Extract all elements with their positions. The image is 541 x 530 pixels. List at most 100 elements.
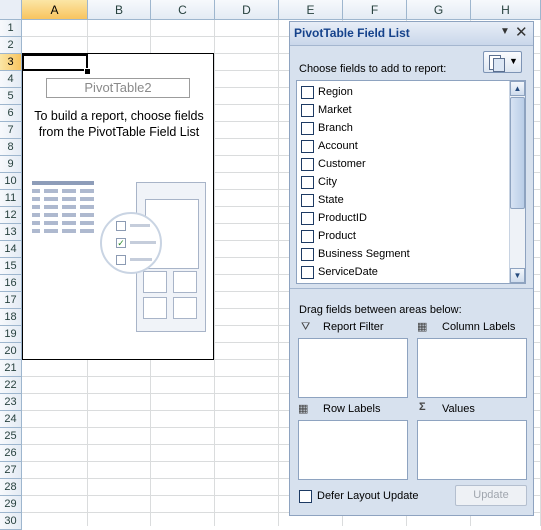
filter-icon: ⛛: [301, 321, 311, 333]
column-header-c[interactable]: C: [151, 0, 215, 20]
row-header-3[interactable]: 3: [0, 54, 22, 71]
row-header-23[interactable]: 23: [0, 394, 22, 411]
row-header-12[interactable]: 12: [0, 207, 22, 224]
field-checkbox[interactable]: [301, 230, 314, 243]
field-list-scrollbar[interactable]: ▲ ▼: [509, 81, 525, 283]
row-header-1[interactable]: 1: [0, 20, 22, 37]
gridline: [278, 20, 279, 526]
column-header-e[interactable]: E: [279, 0, 343, 20]
pivottable-instructions: To build a report, choose fields from th…: [24, 108, 214, 140]
row-header-11[interactable]: 11: [0, 190, 22, 207]
column-header-d[interactable]: D: [215, 0, 279, 20]
defer-layout-label: Defer Layout Update: [317, 490, 419, 502]
drag-fields-label: Drag fields between areas below:: [299, 304, 462, 316]
row-header-5[interactable]: 5: [0, 88, 22, 105]
defer-layout-checkbox[interactable]: [299, 490, 312, 503]
select-all-corner[interactable]: [0, 0, 22, 20]
field-label: Business Segment: [318, 248, 410, 260]
row-header-22[interactable]: 22: [0, 377, 22, 394]
field-list-layout-button[interactable]: ▼: [483, 51, 522, 73]
row-labels-label: Row Labels: [323, 403, 381, 415]
row-header-9[interactable]: 9: [0, 156, 22, 173]
pivottable-name: PivotTable2: [46, 78, 190, 98]
row-header-30[interactable]: 30: [0, 513, 22, 530]
field-list-box[interactable]: Region Market Branch Account Customer Ci…: [296, 80, 526, 284]
row-header-2[interactable]: 2: [0, 37, 22, 54]
panel-options-dropdown-icon[interactable]: ▼: [500, 26, 510, 37]
field-checkbox[interactable]: [301, 266, 314, 279]
column-header-f[interactable]: F: [343, 0, 407, 20]
instruction-line-2: from the PivotTable Field List: [38, 125, 200, 139]
row-header-26[interactable]: 26: [0, 445, 22, 462]
scroll-down-icon[interactable]: ▼: [510, 268, 525, 283]
row-header-13[interactable]: 13: [0, 224, 22, 241]
column-labels-drop-area[interactable]: [417, 338, 527, 398]
sigma-values-icon: Σ: [419, 401, 426, 413]
row-header-21[interactable]: 21: [0, 360, 22, 377]
row-labels-drop-area[interactable]: [298, 420, 408, 480]
row-header-17[interactable]: 17: [0, 292, 22, 309]
scroll-up-icon[interactable]: ▲: [510, 81, 525, 96]
layout-icon-back: [493, 58, 505, 72]
scroll-thumb[interactable]: [510, 97, 525, 209]
update-button[interactable]: Update: [455, 485, 527, 506]
field-checkbox[interactable]: [301, 122, 314, 135]
field-label: Customer: [318, 158, 366, 170]
fill-handle[interactable]: [84, 68, 91, 75]
field-checkbox[interactable]: [301, 104, 314, 117]
chevron-down-icon: ▼: [509, 56, 518, 66]
column-labels-label: Column Labels: [442, 321, 516, 333]
column-header-h[interactable]: H: [471, 0, 541, 20]
active-cell-a3[interactable]: [22, 54, 88, 71]
field-label: Product: [318, 230, 356, 242]
field-checkbox[interactable]: [301, 158, 314, 171]
magnifier-checklist-icon: ✓: [100, 212, 162, 274]
panel-title: PivotTable Field List: [294, 26, 410, 40]
choose-fields-label: Choose fields to add to report:: [299, 63, 447, 75]
panel-splitter[interactable]: [290, 288, 533, 294]
row-header-24[interactable]: 24: [0, 411, 22, 428]
row-header-6[interactable]: 6: [0, 105, 22, 122]
field-checkbox[interactable]: [301, 176, 314, 189]
field-checkbox[interactable]: [301, 86, 314, 99]
field-checkbox[interactable]: [301, 248, 314, 261]
field-label: ProductID: [318, 212, 367, 224]
column-header-a[interactable]: A: [22, 0, 88, 20]
values-drop-area[interactable]: [417, 420, 527, 480]
panel-title-bar[interactable]: PivotTable Field List ▼ ✕: [290, 22, 533, 46]
row-header-19[interactable]: 19: [0, 326, 22, 343]
row-header-16[interactable]: 16: [0, 275, 22, 292]
report-filter-drop-area[interactable]: [298, 338, 408, 398]
row-header-10[interactable]: 10: [0, 173, 22, 190]
row-header-15[interactable]: 15: [0, 258, 22, 275]
gridline: [214, 20, 215, 526]
field-label: Account: [318, 140, 358, 152]
field-checkbox[interactable]: [301, 140, 314, 153]
row-header-8[interactable]: 8: [0, 139, 22, 156]
field-checkbox[interactable]: [301, 212, 314, 225]
table-illustration-icon: [32, 181, 94, 237]
instruction-line-1: To build a report, choose fields: [34, 109, 204, 123]
close-icon[interactable]: ✕: [515, 23, 528, 41]
row-header-4[interactable]: 4: [0, 71, 22, 88]
row-header-18[interactable]: 18: [0, 309, 22, 326]
row-header-25[interactable]: 25: [0, 428, 22, 445]
row-header-14[interactable]: 14: [0, 241, 22, 258]
row-header-20[interactable]: 20: [0, 343, 22, 360]
field-checkbox[interactable]: [301, 194, 314, 207]
row-header-29[interactable]: 29: [0, 496, 22, 513]
values-label: Values: [442, 403, 475, 415]
field-label: State: [318, 194, 344, 206]
field-label: City: [318, 176, 337, 188]
row-header-28[interactable]: 28: [0, 479, 22, 496]
field-label: Branch: [318, 122, 353, 134]
column-labels-icon: ▦: [417, 321, 428, 333]
row-header-27[interactable]: 27: [0, 462, 22, 479]
column-header-b[interactable]: B: [88, 0, 151, 20]
row-header-7[interactable]: 7: [0, 122, 22, 139]
pivottable-field-list-panel[interactable]: PivotTable Field List ▼ ✕ ▼ Choose field…: [289, 21, 534, 516]
column-header-g[interactable]: G: [407, 0, 471, 20]
field-label: ServiceDate: [318, 266, 378, 278]
field-label: Market: [318, 104, 352, 116]
field-label: Region: [318, 86, 353, 98]
